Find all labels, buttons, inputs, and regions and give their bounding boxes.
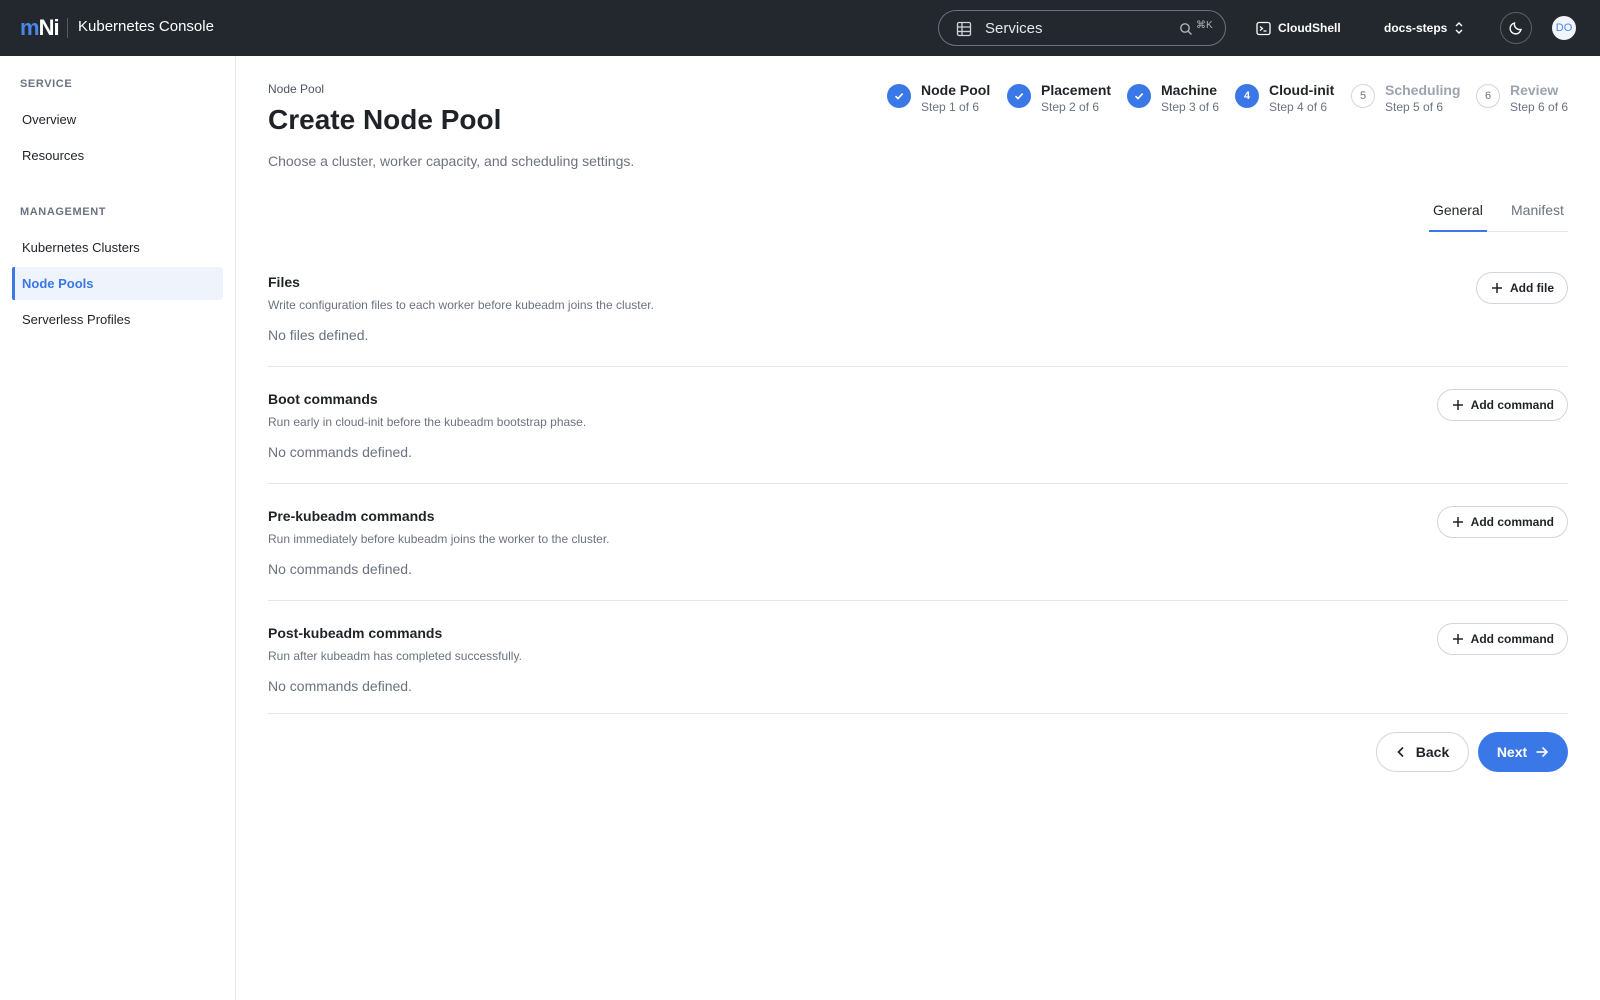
main-content: Node Pool Create Node Pool Choose a clus… <box>236 56 1600 1000</box>
tab-general[interactable]: General <box>1433 202 1483 218</box>
cloudshell-label: CloudShell <box>1278 21 1341 35</box>
pre-kubeadm-commands-section: Pre-kubeadm commands Run immediately bef… <box>268 506 1568 628</box>
moon-icon <box>1509 22 1522 35</box>
section-divider <box>268 713 1568 714</box>
plus-icon <box>1452 400 1463 410</box>
step-name: Machine <box>1161 82 1218 98</box>
step-sub: Step 3 of 6 <box>1161 100 1220 114</box>
section-divider <box>268 483 1568 484</box>
add-post-kubeadm-command-button[interactable]: Add command <box>1436 623 1568 655</box>
step-machine[interactable]: Machine Step 3 of 6 <box>1127 82 1219 116</box>
tab-track <box>1487 231 1568 232</box>
section-divider <box>268 600 1568 601</box>
add-button-label: Add command <box>1470 632 1554 646</box>
section-title: Post-kubeadm commands <box>268 625 443 641</box>
sidebar-item-node-pools[interactable]: Node Pools <box>12 267 223 300</box>
step-scheduling[interactable]: 5 Scheduling Step 5 of 6 <box>1351 82 1460 116</box>
breadcrumb[interactable]: Node Pool <box>268 82 324 96</box>
step-placement[interactable]: Placement Step 2 of 6 <box>1007 82 1111 116</box>
add-button-label: Add command <box>1470 515 1554 529</box>
next-label: Next <box>1496 744 1528 760</box>
step-sub: Step 2 of 6 <box>1041 100 1100 114</box>
add-button-label: Add command <box>1470 398 1554 412</box>
step-node-pool[interactable]: Node Pool Step 1 of 6 <box>887 82 990 116</box>
logo-mark-left: m <box>20 15 40 40</box>
service-search[interactable]: Services ⌘K <box>938 10 1226 46</box>
avatar[interactable]: DO <box>1552 16 1576 40</box>
section-description: Run immediately before kubeadm joins the… <box>268 532 610 546</box>
step-sub: Step 6 of 6 <box>1510 100 1569 114</box>
search-shortcut: ⌘K <box>1196 20 1213 31</box>
logo-divider <box>67 18 68 38</box>
step-name: Scheduling <box>1385 82 1461 98</box>
sidebar-item-kubernetes-clusters[interactable]: Kubernetes Clusters <box>12 231 223 264</box>
cloudshell-button[interactable]: CloudShell <box>1256 19 1341 37</box>
sidebar-item-serverless-profiles[interactable]: Serverless Profiles <box>12 303 223 336</box>
empty-state: No commands defined. <box>268 678 412 694</box>
post-kubeadm-commands-section: Post-kubeadm commands Run after kubeadm … <box>268 623 1568 745</box>
section-description: Run early in cloud-init before the kubea… <box>268 415 587 429</box>
project-label: docs-steps <box>1384 21 1448 35</box>
section-description: Run after kubeadm has completed successf… <box>268 649 522 663</box>
sidebar-section-management: MANAGEMENT <box>20 206 107 218</box>
tab-manifest[interactable]: Manifest <box>1511 202 1564 218</box>
empty-state: No commands defined. <box>268 444 412 460</box>
plus-icon <box>1452 517 1463 527</box>
empty-state: No commands defined. <box>268 561 412 577</box>
add-button-label: Add file <box>1510 281 1554 295</box>
back-label: Back <box>1415 744 1450 760</box>
section-description: Write configuration files to each worker… <box>268 298 654 312</box>
sidebar: SERVICE Overview Resources MANAGEMENT Ku… <box>0 56 236 1000</box>
section-title: Files <box>268 274 300 290</box>
add-file-button[interactable]: Add file <box>1476 272 1568 304</box>
add-boot-command-button[interactable]: Add command <box>1436 389 1568 421</box>
step-sub: Step 5 of 6 <box>1385 100 1444 114</box>
check-icon <box>1127 84 1151 108</box>
arrow-right-icon <box>1536 746 1549 758</box>
step-name: Review <box>1510 82 1559 98</box>
section-divider <box>268 366 1568 367</box>
next-button[interactable]: Next <box>1478 732 1568 772</box>
project-selector[interactable]: docs-steps <box>1384 19 1465 37</box>
terminal-icon <box>1256 21 1271 35</box>
grid-icon <box>956 21 972 37</box>
check-icon <box>887 84 911 108</box>
chevron-up-down-icon <box>1455 22 1463 34</box>
check-icon <box>1007 84 1031 108</box>
step-review[interactable]: 6 Review Step 6 of 6 <box>1476 82 1568 116</box>
sidebar-item-overview[interactable]: Overview <box>12 103 223 136</box>
step-number: 4 <box>1235 84 1259 108</box>
theme-toggle-button[interactable] <box>1500 12 1532 44</box>
add-pre-kubeadm-command-button[interactable]: Add command <box>1436 506 1568 538</box>
step-name: Placement <box>1041 82 1112 98</box>
plus-icon <box>1492 283 1502 293</box>
section-title: Boot commands <box>268 391 378 407</box>
plus-icon <box>1452 634 1463 644</box>
step-cloud-init[interactable]: 4 Cloud-init Step 4 of 6 <box>1235 82 1334 116</box>
step-sub: Step 4 of 6 <box>1269 100 1328 114</box>
search-label: Services <box>985 20 1043 37</box>
active-tab-indicator <box>1429 230 1487 232</box>
chevron-left-icon <box>1397 746 1404 758</box>
logo-mark-right: Ni <box>38 15 60 40</box>
sidebar-section-service: SERVICE <box>20 78 73 90</box>
step-number: 5 <box>1351 84 1375 108</box>
app-title: Kubernetes Console <box>78 18 214 35</box>
step-number: 6 <box>1476 84 1500 108</box>
boot-commands-section: Boot commands Run early in cloud-init be… <box>268 389 1568 511</box>
step-name: Cloud-init <box>1269 82 1335 98</box>
step-name: Node Pool <box>921 82 991 98</box>
step-sub: Step 1 of 6 <box>921 100 980 114</box>
page-title: Create Node Pool <box>268 104 502 135</box>
search-icon <box>1180 23 1192 35</box>
section-title: Pre-kubeadm commands <box>268 508 435 524</box>
top-bar: m Ni Kubernetes Console Services ⌘K Cloud… <box>0 0 1600 56</box>
page-subtitle: Choose a cluster, worker capacity, and s… <box>268 153 635 169</box>
back-button[interactable]: Back <box>1376 732 1469 772</box>
sidebar-item-resources[interactable]: Resources <box>12 139 223 172</box>
brand-logo[interactable]: m Ni <box>20 15 60 40</box>
empty-state: No files defined. <box>268 327 369 343</box>
